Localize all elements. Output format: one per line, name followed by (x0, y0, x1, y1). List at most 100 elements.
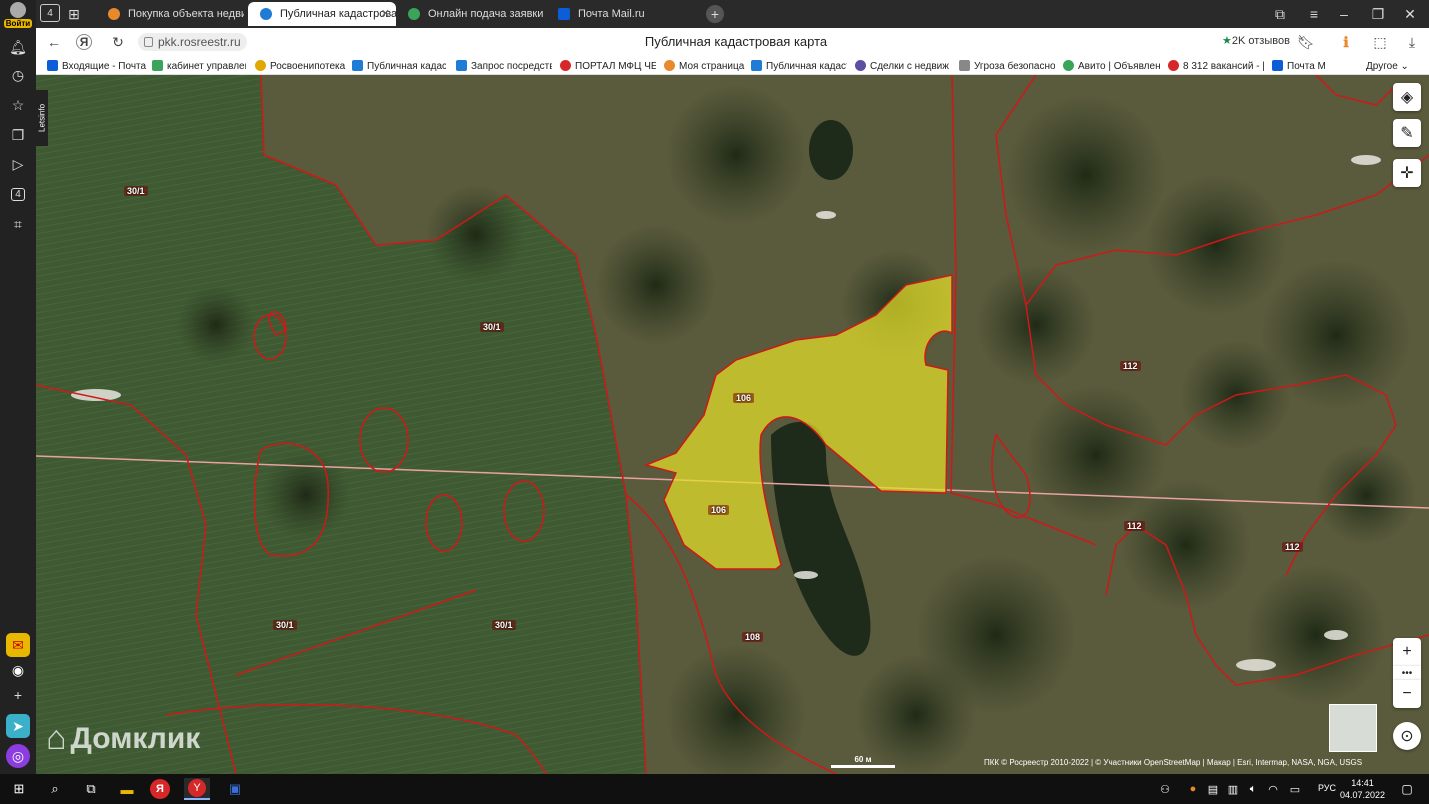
measure-button[interactable]: ✎ (1393, 119, 1421, 147)
yandex-browser-icon[interactable]: Y (184, 778, 210, 800)
bookmark-label: ПОРТАЛ МФЦ ЧЕ (575, 60, 656, 72)
file-explorer-icon[interactable]: ▬ (114, 778, 140, 800)
cabinet-icon (152, 60, 163, 71)
parcel-label-112-a[interactable]: 112 (1120, 361, 1141, 371)
windows-start-icon[interactable]: ⊞ (6, 778, 32, 800)
assistant-icon[interactable]: ◎ (6, 744, 30, 768)
star-icon[interactable]: ☆ (6, 93, 30, 117)
notifications-icon[interactable]: ▢ (1394, 778, 1420, 800)
screenshot-icon[interactable]: ⌗ (6, 212, 30, 236)
zoom-in-button[interactable]: + (1393, 638, 1421, 666)
bookmark-item[interactable]: Росвоенипотека (255, 59, 347, 73)
close-tab-icon[interactable]: ✕ (381, 7, 390, 20)
bookmark-tabs-icon[interactable]: ⧉ (1270, 4, 1290, 24)
compass-button[interactable]: ⊙ (1393, 722, 1421, 750)
yandex-icon[interactable]: Я (76, 34, 92, 50)
locate-button[interactable]: ✛ (1393, 159, 1421, 187)
download-icon[interactable]: ⤓ (1402, 32, 1422, 52)
letsinfo-widget[interactable]: Letsinfo (36, 90, 48, 146)
search-icon[interactable]: ⌕ (42, 778, 68, 800)
bookmark-item[interactable]: Публичная кадаст (352, 59, 446, 73)
cadastral-map[interactable]: Letsinfo 30/1 30/1 30/1 30/1 106 106 108… (36, 75, 1429, 774)
browser-toolbar: ← Я ↻ pkk.rosreestr.ru Публичная кадастр… (36, 28, 1429, 56)
clock-time: 14:41 (1351, 778, 1374, 788)
avatar (10, 2, 26, 18)
tab-gosuslugi[interactable]: Онлайн подача заявки н (396, 2, 544, 26)
new-tab-button[interactable]: + (706, 5, 724, 23)
parcel-label-106-a[interactable]: 106 (733, 393, 755, 403)
bookmark-item[interactable]: ПОРТАЛ МФЦ ЧЕ (560, 59, 656, 73)
zoom-out-button[interactable]: − (1393, 680, 1421, 708)
send-icon[interactable]: ➤ (6, 714, 30, 738)
bookmark-label: Публичная кадаст (766, 60, 847, 72)
url-text: pkk.rosreestr.ru (158, 35, 241, 49)
parcel-label-30-1-d[interactable]: 30/1 (492, 620, 516, 630)
yandex-search-icon[interactable]: Я (150, 779, 170, 799)
parcel-label-112-b[interactable]: 112 (1124, 521, 1145, 531)
rosreestr-icon (260, 8, 272, 20)
collections-icon[interactable]: ❐ (6, 123, 30, 147)
tab-cadastral-map[interactable]: Публичная кадастрова ✕ (248, 2, 396, 26)
parcel-label-30-1-a[interactable]: 30/1 (124, 186, 148, 196)
extensions-icon[interactable]: ⬚ (1370, 32, 1390, 52)
tab-realty[interactable]: Покупка объекта недвиж (96, 2, 244, 26)
crosshair-icon: ✛ (1400, 165, 1414, 182)
bookmark-item[interactable]: Почта М (1272, 59, 1330, 73)
reviews-badge[interactable]: ★2K отзывов (1222, 34, 1290, 47)
play-icon[interactable]: ▷ (6, 152, 30, 176)
clock-date: 04.07.2022 (1340, 790, 1386, 800)
tabs-counter-button[interactable]: 4 (40, 4, 60, 22)
mail-icon (1272, 60, 1283, 71)
mail-icon[interactable]: ✉ (6, 633, 30, 657)
more-button[interactable]: ••• (1393, 666, 1421, 680)
bookmark-item[interactable]: Запрос посредств (456, 59, 552, 73)
tab-title: Онлайн подача заявки н (428, 8, 544, 20)
bookmark-item[interactable]: Сделки с недвиж (855, 59, 951, 73)
history-icon[interactable]: ◷ (6, 63, 30, 87)
parcel-label-108[interactable]: 108 (742, 632, 764, 642)
folder-add-icon[interactable]: ⊞ (64, 4, 84, 24)
bookmark-item[interactable]: Авито | Объявлен (1063, 59, 1167, 73)
minimap[interactable] (1329, 704, 1377, 752)
rosreestr-icon (751, 60, 762, 71)
minimize-icon[interactable]: – (1334, 4, 1354, 24)
clock[interactable]: 14:41 04.07.2022 (1340, 777, 1385, 801)
tab-mail[interactable]: Почта Mail.ru (546, 2, 696, 26)
login-button[interactable]: Войти (3, 2, 33, 32)
restore-icon[interactable]: ❐ (1368, 4, 1388, 24)
bookmark-item[interactable]: 8 312 вакансий - | (1168, 59, 1268, 73)
parcel-label-112-c[interactable]: 112 (1282, 542, 1303, 552)
bookmark-item[interactable]: Публичная кадаст (751, 59, 847, 73)
close-window-icon[interactable]: ✕ (1400, 4, 1420, 24)
language-indicator[interactable]: РУС (1318, 783, 1336, 793)
bell-icon[interactable]: 🔔︎ (6, 35, 30, 59)
reload-icon[interactable]: ↻ (108, 32, 128, 52)
tabs-counter: 4 (47, 7, 53, 19)
yandex-realty-icon (108, 8, 120, 20)
add-icon[interactable]: + (6, 683, 30, 707)
back-icon[interactable]: ← (44, 32, 64, 52)
bookmark-icon[interactable]: 🔖︎ (1296, 32, 1316, 52)
info-icon[interactable]: ℹ (1336, 32, 1356, 52)
tab-title: Почта Mail.ru (578, 8, 645, 20)
tab-counter-icon[interactable]: 4 (6, 182, 30, 206)
bookmark-item[interactable]: Моя страница (664, 59, 750, 73)
bookmark-item[interactable]: Угроза безопасно (959, 59, 1055, 73)
parcel-label-106-b[interactable]: 106 (708, 505, 730, 515)
alice-icon[interactable]: ◉ (6, 658, 30, 682)
other-bookmarks[interactable]: Другое ⌄ (1352, 59, 1412, 73)
layers-button[interactable]: ◈ (1393, 83, 1421, 111)
word-icon[interactable]: ▣ (222, 778, 248, 800)
parcel-label-30-1-c[interactable]: 30/1 (273, 620, 297, 630)
bookmark-item[interactable]: кабинет управлен (152, 59, 246, 73)
task-view-icon[interactable]: ⧉ (78, 778, 104, 800)
page-title: Публичная кадастровая карта (644, 34, 828, 49)
people-icon[interactable]: ⚇ (1152, 778, 1178, 800)
battery-icon[interactable]: ▭ (1282, 778, 1308, 800)
bookmark-item[interactable]: Входящие - Почта (47, 59, 151, 73)
mail-icon (558, 8, 570, 20)
address-bar[interactable]: pkk.rosreestr.ru (138, 33, 247, 51)
menu-icon[interactable]: ≡ (1304, 4, 1324, 24)
gosuslugi-icon (408, 8, 420, 20)
parcel-label-30-1-b[interactable]: 30/1 (480, 322, 504, 332)
